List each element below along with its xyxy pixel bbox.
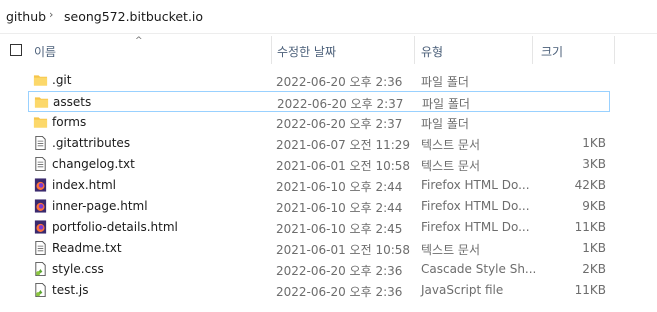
file-size: 11KB	[574, 283, 606, 297]
folder-icon	[33, 117, 48, 128]
breadcrumb-chevron-icon[interactable]: ›	[49, 8, 53, 21]
file-name: forms	[52, 115, 87, 129]
file-date: 2021-06-01 오전 10:58	[276, 243, 411, 257]
firefox-html-icon	[34, 178, 47, 192]
sort-ascending-icon: ^	[135, 36, 143, 46]
file-type: 파일 폴더	[421, 75, 469, 89]
file-name: index.html	[52, 178, 116, 192]
file-date: 2021-06-07 오전 11:29	[276, 138, 411, 152]
file-date: 2022-06-20 오후 2:36	[276, 285, 403, 299]
file-date: 2021-06-10 오후 2:44	[276, 201, 403, 215]
file-type: Firefox HTML Do...	[421, 220, 530, 234]
file-date: 2022-06-20 오후 2:36	[276, 264, 403, 278]
file-type: 텍스트 문서	[421, 138, 481, 152]
file-row[interactable]: Readme.txt 2021-06-01 오전 10:58 텍스트 문서 1K…	[28, 238, 610, 259]
file-row[interactable]: portfolio-details.html 2021-06-10 오후 2:4…	[28, 217, 610, 238]
file-size: 1KB	[582, 136, 606, 150]
file-type: Firefox HTML Do...	[421, 199, 530, 213]
file-row[interactable]: inner-page.html 2021-06-10 오후 2:44 Firef…	[28, 196, 610, 217]
file-name: .git	[52, 73, 72, 87]
file-size: 11KB	[574, 220, 606, 234]
column-divider[interactable]	[614, 36, 615, 64]
file-date: 2022-06-20 오후 2:37	[276, 117, 403, 131]
file-name: changelog.txt	[52, 157, 135, 171]
text-file-icon	[35, 156, 46, 172]
file-size: 1KB	[582, 241, 606, 255]
column-header: ^ 이름 수정한 날짜 유형 크기	[0, 36, 657, 64]
column-divider[interactable]	[271, 36, 272, 64]
js-file-icon	[35, 282, 46, 298]
file-row-focused[interactable]: assets 2022-06-20 오후 2:37 파일 폴더	[28, 91, 610, 112]
file-row[interactable]: .gitattributes 2021-06-07 오전 11:29 텍스트 문…	[28, 133, 610, 154]
file-date: 2021-06-10 오후 2:44	[276, 180, 403, 194]
column-divider[interactable]	[532, 36, 533, 64]
file-type: 텍스트 문서	[421, 159, 481, 173]
file-date: 2021-06-10 오후 2:45	[276, 222, 403, 236]
file-date: 2022-06-20 오후 2:36	[276, 75, 403, 89]
column-name[interactable]: 이름	[34, 43, 56, 60]
file-row[interactable]: .git 2022-06-20 오후 2:36 파일 폴더	[28, 70, 610, 91]
text-file-icon	[35, 240, 46, 256]
breadcrumb-item-github[interactable]: github	[6, 9, 46, 24]
css-file-icon	[35, 261, 46, 277]
file-name: assets	[53, 95, 92, 109]
column-divider[interactable]	[414, 36, 415, 64]
file-name: .gitattributes	[52, 136, 131, 150]
file-name: test.js	[52, 283, 89, 297]
file-type: Firefox HTML Do...	[421, 178, 530, 192]
file-date: 2021-06-01 오전 10:58	[276, 159, 411, 173]
file-row[interactable]: changelog.txt 2021-06-01 오전 10:58 텍스트 문서…	[28, 154, 610, 175]
column-size[interactable]: 크기	[541, 43, 563, 60]
column-date-modified[interactable]: 수정한 날짜	[277, 43, 336, 60]
file-type: 파일 폴더	[422, 97, 470, 111]
folder-icon	[33, 75, 48, 86]
file-type: Cascade Style Sh...	[421, 262, 537, 276]
column-type[interactable]: 유형	[421, 43, 443, 60]
firefox-html-icon	[34, 220, 47, 234]
file-size: 3KB	[582, 157, 606, 171]
file-date: 2022-06-20 오후 2:37	[277, 97, 404, 111]
file-row[interactable]: forms 2022-06-20 오후 2:37 파일 폴더	[28, 112, 610, 133]
firefox-html-icon	[34, 199, 47, 213]
folder-icon	[34, 97, 49, 108]
file-row[interactable]: test.js 2022-06-20 오후 2:36 JavaScript fi…	[28, 280, 610, 301]
file-name: portfolio-details.html	[52, 220, 178, 234]
breadcrumb-item-current-folder[interactable]: seong572.bitbucket.io	[64, 9, 203, 24]
file-name: inner-page.html	[52, 199, 148, 213]
file-row[interactable]: index.html 2021-06-10 오후 2:44 Firefox HT…	[28, 175, 610, 196]
file-size: 9KB	[582, 199, 606, 213]
file-name: style.css	[52, 262, 104, 276]
address-breadcrumb: github › seong572.bitbucket.io	[0, 0, 657, 34]
file-name: Readme.txt	[52, 241, 122, 255]
file-size: 2KB	[582, 262, 606, 276]
select-all-checkbox[interactable]	[10, 44, 22, 56]
file-type: JavaScript file	[421, 283, 504, 297]
text-file-icon	[35, 135, 46, 151]
file-row[interactable]: style.css 2022-06-20 오후 2:36 Cascade Sty…	[28, 259, 610, 280]
file-type: 파일 폴더	[421, 117, 469, 131]
file-size: 42KB	[574, 178, 606, 192]
file-type: 텍스트 문서	[421, 243, 481, 257]
